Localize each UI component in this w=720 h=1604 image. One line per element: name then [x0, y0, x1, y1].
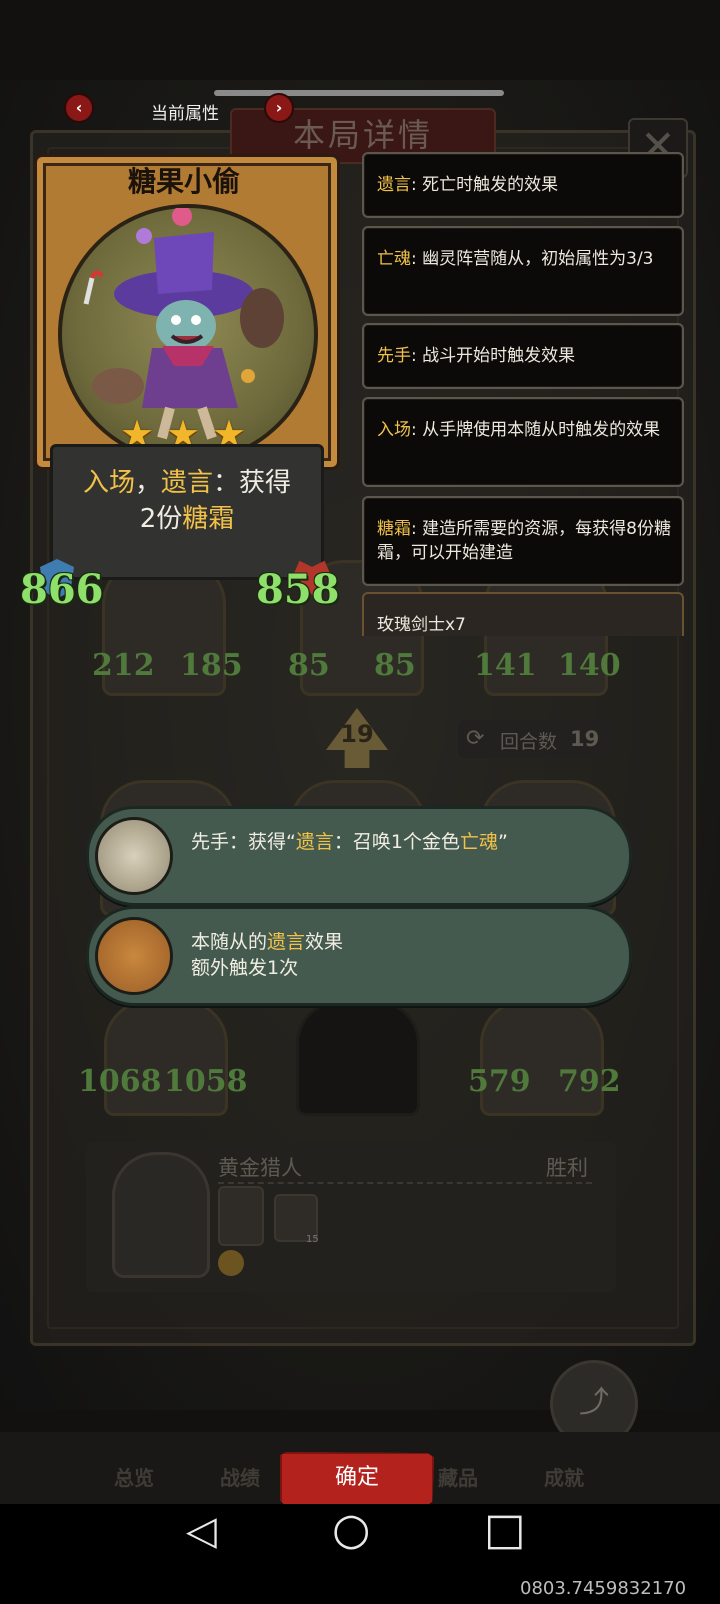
divider — [218, 1182, 592, 1184]
player-result: 胜利 — [546, 1156, 588, 1180]
tooltip-text: 入场: 从手牌使用本随从时触发的效果 — [377, 420, 661, 440]
skill-text: 本随从的遗言效果 额外触发1次 — [191, 931, 344, 979]
tab-overview[interactable]: 总览 — [114, 1462, 154, 1491]
skill-bubble: 先手：获得“遗言：召唤1个金色亡魂” — [86, 806, 632, 906]
keyword-tooltip: 先手: 战斗开始时触发效果 — [362, 323, 684, 389]
card-attack: 866 — [20, 566, 104, 613]
card-description-panel: 入场，遗言：获得 2份糖霜 — [50, 444, 324, 580]
minion-attack: 579 — [468, 1064, 531, 1099]
coin-icon — [218, 1250, 244, 1276]
tooltip-text: 亡魂: 幽灵阵营随从，初始属性为3/3 — [377, 249, 654, 269]
minion-health: 1058 — [164, 1064, 248, 1099]
mini-count: 15 — [306, 1234, 319, 1245]
minion-health: 792 — [558, 1064, 621, 1099]
tooltip-text: 先手: 战斗开始时触发效果 — [377, 346, 576, 366]
tooltip-text: 玫瑰剑士x7 — [377, 615, 466, 635]
partial-tooltip: 玫瑰剑士x7 — [362, 592, 684, 636]
skill-text: 先手：获得“遗言：召唤1个金色亡魂” — [191, 831, 508, 853]
card-name: 糖果小偷 — [127, 165, 240, 198]
keyword-tooltip: 遗言: 死亡时触发的效果 — [362, 152, 684, 218]
mini-card — [218, 1186, 264, 1246]
round-label: 回合数 — [500, 731, 558, 753]
minion-card: 糖果小偷 ★ ★ ★ 入场，遗言：获得 2份糖霜 866 858 — [20, 154, 340, 624]
tab-collection[interactable]: 藏品 — [438, 1462, 478, 1491]
skill-icon — [95, 917, 173, 995]
player-avatar — [112, 1152, 210, 1278]
minion-health: 140 — [558, 648, 621, 683]
tooltip-text: 糖霜: 建造所需要的资源，每获得8份糖霜，可以开始建造 — [377, 519, 671, 563]
home-icon[interactable]: ○ — [332, 1504, 370, 1555]
minion-attack: 141 — [474, 648, 537, 683]
tab-achievement[interactable]: 成就 — [544, 1462, 584, 1491]
skill-icon — [95, 817, 173, 895]
tooltip-text: 遗言: 死亡时触发的效果 — [377, 175, 559, 195]
card-description: 入场，遗言：获得 2份糖霜 — [82, 468, 292, 534]
share-icon: ⤴ — [579, 1385, 609, 1420]
minion-attack: 85 — [288, 648, 330, 683]
turn-number: 19 — [340, 720, 374, 748]
keyword-tooltip: 入场: 从手牌使用本随从时触发的效果 — [362, 397, 684, 487]
keyword-tooltip: 糖霜: 建造所需要的资源，每获得8份糖霜，可以开始建造 — [362, 496, 684, 586]
minion-attack: 1068 — [78, 1064, 162, 1099]
player-name: 黄金猎人 — [218, 1156, 302, 1180]
minion-health: 185 — [180, 648, 243, 683]
minion-health: 85 — [374, 648, 416, 683]
tab-record[interactable]: 战绩 — [220, 1462, 260, 1491]
minion-attack: 212 — [92, 648, 155, 683]
refresh-icon: ⟳ — [466, 726, 485, 751]
skill-bubble: 本随从的遗言效果 额外触发1次 — [86, 906, 632, 1006]
recent-apps-icon[interactable]: □ — [484, 1504, 526, 1555]
prev-page-button[interactable]: ‹ — [66, 95, 92, 121]
card-health: 858 — [256, 566, 340, 613]
keyword-tooltip: 亡魂: 幽灵阵营随从，初始属性为3/3 — [362, 226, 684, 316]
page-label: 当前属性 — [151, 104, 219, 124]
next-page-button[interactable]: › — [266, 95, 292, 121]
drag-handle[interactable] — [214, 90, 504, 96]
build-id: 0803.7459832170 — [520, 1578, 687, 1599]
confirm-button[interactable]: 确定 — [280, 1452, 434, 1506]
back-icon[interactable]: ◁ — [186, 1508, 217, 1554]
round-value: 19 — [570, 727, 600, 751]
empty-slot — [296, 1000, 420, 1116]
